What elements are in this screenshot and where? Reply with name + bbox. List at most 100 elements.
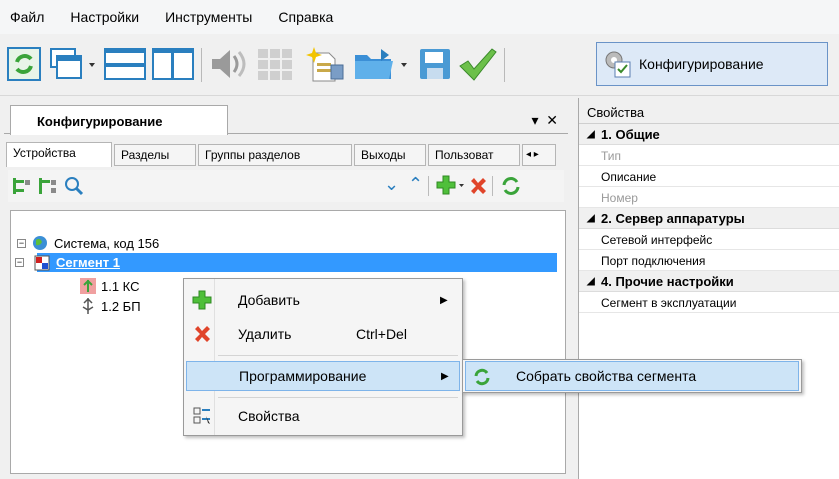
menu-bar: Файл Настройки Инструменты Справка bbox=[0, 0, 839, 34]
toolbar-separator bbox=[504, 48, 505, 82]
property-category[interactable]: ◢ 4. Прочие настройки bbox=[579, 271, 839, 292]
tile-horizontal-icon bbox=[104, 48, 146, 80]
menu-separator bbox=[218, 397, 458, 398]
search-icon[interactable] bbox=[64, 176, 84, 196]
add-icon[interactable] bbox=[436, 175, 466, 197]
menu-item-add[interactable]: Добавить ▶ bbox=[186, 285, 460, 315]
submenu-arrow-icon: ▶ bbox=[440, 294, 448, 306]
app-window: Файл Настройки Инструменты Справка Конфи… bbox=[0, 0, 839, 479]
globe-icon bbox=[33, 236, 47, 250]
property-row[interactable]: Описание bbox=[579, 166, 839, 187]
tree-node-segment[interactable]: − Сегмент 1 bbox=[15, 253, 557, 272]
tree-node-label: 1.1 КС bbox=[101, 278, 140, 294]
tile-vertical-icon bbox=[152, 48, 194, 80]
move-down-icon[interactable]: ⌄ bbox=[384, 174, 399, 195]
refresh-button[interactable] bbox=[6, 42, 42, 86]
properties-icon bbox=[193, 407, 210, 424]
menu-item-collect-segment-properties[interactable]: Собрать свойства сегмента bbox=[465, 361, 799, 391]
panel-title: Конфигурирование bbox=[37, 114, 163, 129]
menu-file[interactable]: Файл bbox=[10, 9, 44, 25]
property-row[interactable]: Порт подключения bbox=[579, 250, 839, 271]
tree-node-device[interactable]: 1.2 БП bbox=[79, 297, 141, 315]
collapse-triangle-icon[interactable]: ◢ bbox=[587, 129, 595, 140]
apply-button[interactable] bbox=[456, 42, 498, 86]
collapse-toggle-icon[interactable]: − bbox=[17, 238, 26, 248]
panel-header: Конфигурирование ▾ ✕ bbox=[4, 102, 568, 135]
menu-item-label: Программирование bbox=[239, 368, 367, 384]
menu-item-label: Добавить bbox=[238, 292, 300, 308]
menu-item-shortcut: Ctrl+Del bbox=[356, 326, 407, 342]
new-file-icon bbox=[306, 47, 344, 82]
checkmark-icon bbox=[459, 48, 497, 81]
tree-node-system[interactable]: − Система, код 156 bbox=[17, 235, 159, 251]
move-up-icon[interactable]: ⌃ bbox=[408, 174, 423, 195]
tab-outputs[interactable]: Выходы bbox=[354, 144, 426, 166]
panel-menu-icon[interactable]: ▾ bbox=[531, 112, 538, 128]
grid-button bbox=[254, 42, 296, 86]
new-config-button[interactable] bbox=[304, 42, 348, 86]
refresh-icon bbox=[7, 47, 41, 81]
context-menu: Добавить ▶ Удалить Ctrl+Del Программиров… bbox=[183, 278, 463, 436]
category-title: 2. Сервер аппаратуры bbox=[601, 211, 745, 226]
toolbar-separator bbox=[201, 48, 202, 82]
save-button[interactable] bbox=[416, 42, 454, 86]
open-folder-icon bbox=[355, 49, 407, 79]
category-title: 4. Прочие настройки bbox=[601, 274, 734, 289]
tile-horizontal-button[interactable] bbox=[102, 42, 148, 86]
panel-close-icon[interactable]: ✕ bbox=[546, 112, 558, 128]
refresh-icon bbox=[474, 368, 490, 386]
collapse-all-icon[interactable] bbox=[38, 176, 58, 196]
open-button[interactable] bbox=[352, 42, 410, 86]
delete-icon[interactable] bbox=[468, 176, 488, 196]
properties-header: Свойства bbox=[579, 98, 839, 124]
properties-panel: Свойства ◢ 1. Общие Тип Описание Номер ◢ 2… bbox=[578, 98, 839, 479]
tree-node-label: Система, код 156 bbox=[54, 235, 160, 251]
tab-scroll-buttons[interactable]: ◂ ▸ bbox=[522, 144, 556, 166]
tab-section-groups[interactable]: Группы разделов bbox=[198, 144, 352, 166]
tile-vertical-button[interactable] bbox=[150, 42, 196, 86]
collapse-triangle-icon[interactable]: ◢ bbox=[587, 276, 595, 287]
toolbar-separator bbox=[428, 176, 429, 196]
property-row[interactable]: Сегмент в эксплуатации bbox=[579, 292, 839, 313]
sound-button[interactable] bbox=[206, 42, 250, 86]
save-icon bbox=[420, 49, 450, 79]
property-row[interactable]: Сетевой интерфейс bbox=[579, 229, 839, 250]
cascade-windows-icon bbox=[50, 48, 95, 79]
panel-title-tab[interactable]: Конфигурирование bbox=[10, 105, 228, 135]
toolbar-separator bbox=[492, 176, 493, 196]
tree-node-device[interactable]: 1.1 КС bbox=[79, 277, 140, 295]
programming-submenu: Собрать свойства сегмента bbox=[462, 359, 802, 393]
speaker-icon bbox=[212, 50, 246, 78]
submenu-arrow-icon: ▶ bbox=[441, 370, 449, 382]
tree-node-label: 1.2 БП bbox=[101, 298, 141, 314]
segment-icon bbox=[34, 255, 50, 270]
menu-item-programming[interactable]: Программирование ▶ bbox=[186, 361, 460, 391]
menu-help[interactable]: Справка bbox=[278, 9, 333, 25]
menu-settings[interactable]: Настройки bbox=[70, 9, 139, 25]
property-row[interactable]: Тип bbox=[579, 145, 839, 166]
property-category[interactable]: ◢ 2. Сервер аппаратуры bbox=[579, 208, 839, 229]
tab-users[interactable]: Пользоват bbox=[428, 144, 520, 166]
tab-sections[interactable]: Разделы bbox=[114, 144, 196, 166]
delete-icon bbox=[195, 326, 210, 342]
tab-devices[interactable]: Устройства bbox=[6, 142, 112, 167]
menu-tools[interactable]: Инструменты bbox=[165, 9, 252, 25]
menu-item-properties[interactable]: Свойства bbox=[186, 401, 460, 431]
property-category[interactable]: ◢ 1. Общие bbox=[579, 124, 839, 145]
menu-item-label: Удалить bbox=[238, 326, 292, 342]
panel-tabs: Устройства Разделы Группы разделов Выход… bbox=[4, 142, 568, 167]
menu-item-delete[interactable]: Удалить Ctrl+Del bbox=[186, 319, 460, 349]
device-icon bbox=[80, 278, 96, 294]
tree-toolbar: ⌄ ⌃ bbox=[8, 170, 564, 202]
menu-item-label: Свойства bbox=[238, 408, 300, 424]
usb-icon bbox=[82, 297, 94, 314]
property-row[interactable]: Номер bbox=[579, 187, 839, 208]
windows-dropdown-button[interactable] bbox=[48, 42, 98, 86]
configure-mode-button[interactable]: Конфигурирование bbox=[596, 42, 828, 86]
grid-icon bbox=[258, 49, 292, 80]
expand-all-icon[interactable] bbox=[12, 176, 32, 196]
collapse-triangle-icon[interactable]: ◢ bbox=[587, 213, 595, 224]
collapse-toggle-icon[interactable]: − bbox=[15, 258, 24, 267]
tree-node-label: Сегмент 1 bbox=[56, 255, 120, 270]
refresh-icon[interactable] bbox=[500, 175, 522, 197]
